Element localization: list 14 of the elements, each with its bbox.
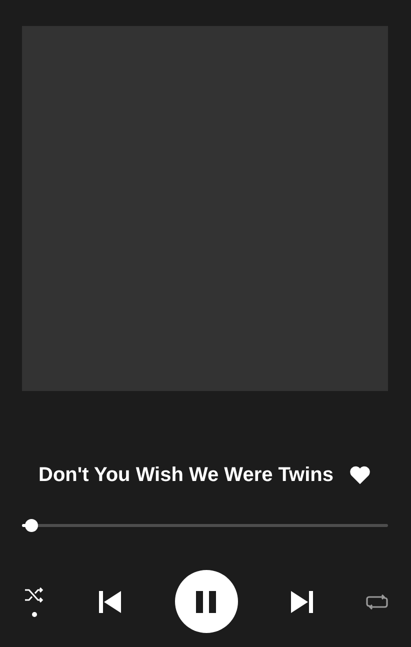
progress-thumb[interactable] <box>25 519 38 532</box>
progress-slider[interactable] <box>22 519 388 532</box>
shuffle-button[interactable] <box>24 586 44 604</box>
pause-icon <box>195 590 217 614</box>
like-button[interactable] <box>349 465 372 485</box>
next-icon <box>290 590 314 614</box>
song-title: Don't You Wish We Were Twins <box>38 463 334 487</box>
previous-icon <box>98 590 122 614</box>
previous-button[interactable] <box>98 590 122 614</box>
shuffle-icon <box>24 586 44 604</box>
heart-icon <box>349 465 372 485</box>
repeat-icon <box>366 592 388 610</box>
repeat-button[interactable] <box>366 592 388 610</box>
next-button[interactable] <box>290 590 314 614</box>
